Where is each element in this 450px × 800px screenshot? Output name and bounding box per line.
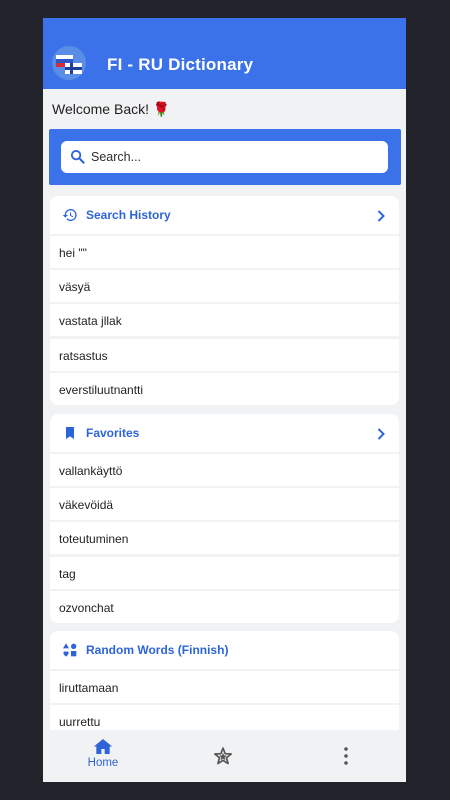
search-history-header[interactable]: Search History [50, 196, 399, 234]
favorites-header[interactable]: Favorites [50, 414, 399, 452]
chevron-right-icon[interactable] [377, 209, 385, 227]
chevron-right-icon[interactable] [377, 427, 385, 445]
history-item[interactable]: hei "" [50, 236, 399, 268]
bottom-nav: Home [43, 730, 406, 782]
history-icon [62, 207, 78, 228]
search-history-title: Search History [86, 208, 171, 222]
flags-logo-icon [52, 46, 86, 80]
search-history-card: Search History hei "" väsyä vastata jlla… [50, 196, 399, 405]
bookmark-icon [62, 425, 78, 446]
history-item-label: väsyä [59, 280, 91, 295]
nav-more[interactable] [340, 746, 352, 771]
history-item[interactable]: väsyä [50, 270, 399, 303]
favorite-item-label: vallankäyttö [59, 464, 123, 478]
shapes-icon [62, 642, 78, 663]
random-word-item[interactable]: liruttamaan [50, 671, 399, 703]
search-icon [70, 149, 85, 169]
favorite-item[interactable]: toteutuminen [50, 522, 399, 555]
nav-home-label: Home [87, 757, 119, 769]
favorite-item[interactable]: vallankäyttö [50, 454, 399, 486]
app-screen: FI - RU Dictionary Welcome Back! 🌹 Searc… [43, 18, 406, 782]
random-words-header: Random Words (Finnish) [50, 631, 399, 669]
search-box[interactable] [61, 141, 388, 173]
welcome-text: Welcome Back! 🌹 [52, 101, 171, 117]
favorite-item-label: ozvonchat [59, 600, 114, 615]
random-word-label: liruttamaan [59, 681, 119, 695]
app-title: FI - RU Dictionary [107, 55, 254, 74]
nav-favorites[interactable] [213, 746, 233, 771]
history-item-label: hei "" [59, 246, 87, 260]
history-item[interactable]: ratsastus [50, 338, 399, 371]
history-item-label: ratsastus [59, 348, 108, 363]
history-item[interactable]: vastata jllak [50, 304, 399, 337]
history-item-label: everstiluutnantti [59, 382, 144, 397]
star-icon [214, 747, 232, 765]
favorite-item[interactable]: tag [50, 556, 399, 589]
favorites-card: Favorites vallankäyttö väkevöidä toteutu… [50, 414, 399, 623]
search-input[interactable] [91, 141, 381, 173]
home-icon [93, 739, 113, 754]
history-item-label: vastata jllak [59, 314, 122, 329]
random-words-card: Random Words (Finnish) liruttamaan uurre… [50, 631, 399, 738]
favorite-item-label: toteutuminen [59, 532, 129, 547]
favorites-title: Favorites [86, 426, 140, 440]
history-item[interactable]: everstiluutnantti [50, 372, 399, 405]
search-panel [49, 129, 401, 185]
random-word-label: uurrettu [59, 715, 101, 730]
favorite-item[interactable]: ozvonchat [50, 590, 399, 623]
favorite-item-label: väkevöidä [59, 498, 114, 513]
favorite-item-label: tag [59, 566, 76, 581]
app-bar: FI - RU Dictionary [43, 18, 406, 89]
favorite-item[interactable]: väkevöidä [50, 488, 399, 521]
nav-home[interactable]: Home [79, 738, 127, 778]
more-vert-icon [344, 747, 348, 765]
random-words-title: Random Words (Finnish) [86, 643, 229, 657]
